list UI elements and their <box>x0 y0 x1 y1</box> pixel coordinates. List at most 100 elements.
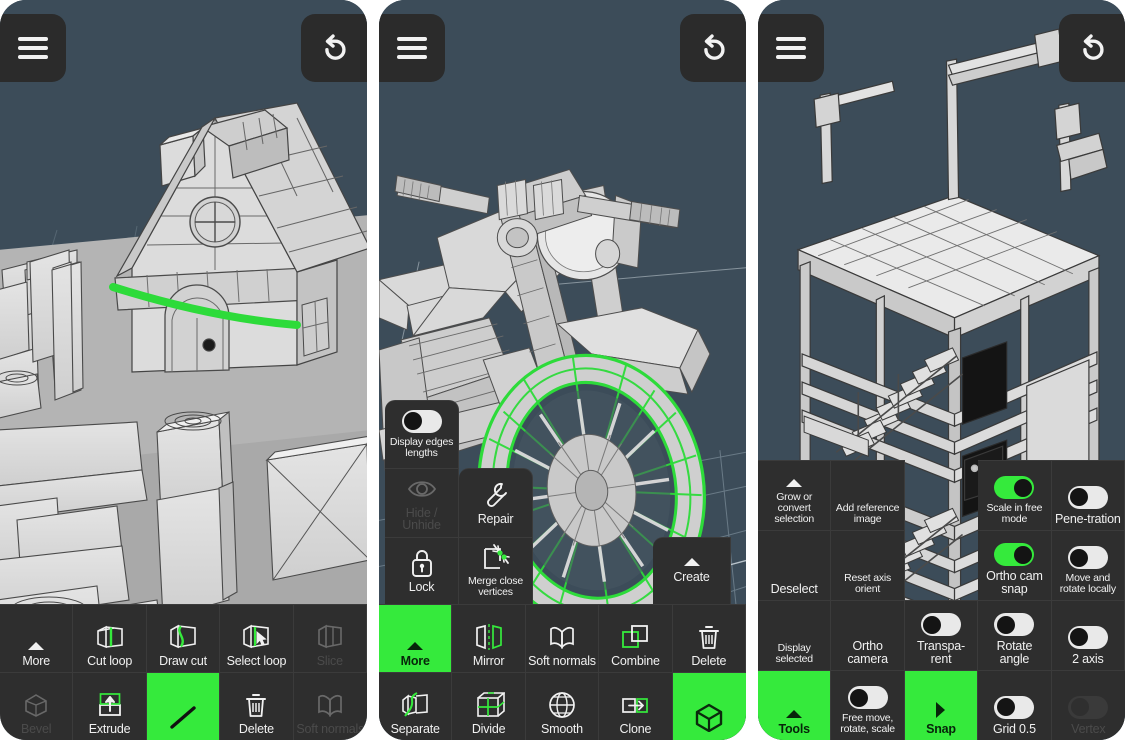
free-move-rotate-scale-toggle[interactable] <box>847 686 888 709</box>
divide-icon <box>473 690 505 720</box>
lock[interactable]: Lock <box>385 537 459 604</box>
cut-loop-label: Cut loop <box>87 653 133 668</box>
delete[interactable]: Delete <box>672 604 746 672</box>
merge-vertices-icon <box>480 543 512 573</box>
add-reference-image[interactable]: Add reference image <box>831 460 905 530</box>
penetration[interactable]: Pene-​tration <box>1051 460 1125 530</box>
divide[interactable]: Divide <box>452 672 526 740</box>
vertex-toggle[interactable] <box>1068 695 1109 719</box>
transparent[interactable]: Transpa-​rent <box>904 600 979 670</box>
display-edges-lengths-toggle[interactable] <box>401 409 442 433</box>
grid-value-toggle[interactable] <box>994 695 1035 719</box>
slice-label: Slice <box>316 653 343 668</box>
move-and-rotate-locally-toggle[interactable] <box>1067 546 1108 569</box>
draw-cut-label: Draw cut <box>159 653 207 668</box>
scale-in-free-mode[interactable]: Scale in free mode <box>978 460 1052 530</box>
transparent-toggle[interactable] <box>920 613 961 636</box>
ortho-camera-label: Ortho camera <box>847 639 888 666</box>
object-mode[interactable] <box>672 672 746 740</box>
penetration-label: Pene-​tration <box>1054 511 1121 526</box>
menu-button[interactable] <box>0 14 66 82</box>
chevron-up-icon <box>786 479 803 487</box>
panel-motorcycle: Display edges lengths Hide / Unhide Repair… <box>379 0 746 740</box>
reset-axis-orient-label: Reset axis orient <box>844 572 892 595</box>
chevron-right-icon <box>936 701 946 718</box>
ortho-camera[interactable]: Ortho camera <box>831 600 905 670</box>
rotate-angle[interactable]: Rotate angle <box>978 600 1052 670</box>
ortho-cam-snap[interactable]: Ortho cam snap <box>978 530 1052 600</box>
separate[interactable]: Separate <box>379 672 453 740</box>
reset-axis-orient[interactable]: Reset axis orient <box>831 530 905 600</box>
scale-in-free-mode-toggle[interactable] <box>994 476 1035 499</box>
deselect[interactable]: Deselect <box>758 530 832 600</box>
repair[interactable]: Repair <box>459 468 533 537</box>
move-and-rotate-locally[interactable]: Move and rotate locally <box>1051 530 1125 600</box>
separate-label: Separate <box>390 721 440 736</box>
deselect-label: Deselect <box>770 581 818 596</box>
merge-close-vertices[interactable]: Merge close vertices <box>459 537 533 604</box>
grid-value[interactable]: Grid 0.5 <box>978 670 1052 740</box>
grow-or-convert-selection-label: Grow or convert selection <box>774 491 815 525</box>
draw-cut[interactable]: Draw cut <box>146 604 221 672</box>
clone[interactable]: Clone <box>599 672 673 740</box>
draw-cut-icon <box>167 622 199 652</box>
ortho-cam-snap-toggle[interactable] <box>994 543 1035 566</box>
two-axis[interactable]: 2 axis <box>1051 600 1125 670</box>
create[interactable]: Create <box>653 537 731 604</box>
undo-button[interactable] <box>680 14 746 82</box>
divide-label: Divide <box>471 721 506 736</box>
tools[interactable]: Tools <box>758 670 832 740</box>
toolbar-house: More Cut loop Draw cut Select loop Slice Beve… <box>0 604 367 740</box>
snap[interactable]: Snap <box>904 670 979 740</box>
undo-button[interactable] <box>301 14 367 82</box>
cut-loop[interactable]: Cut loop <box>73 604 147 672</box>
hide-unhide[interactable]: Hide / Unhide <box>385 468 459 537</box>
screenshot-stage: More Cut loop Draw cut Select loop Slice Beve… <box>0 0 1125 740</box>
panel-house: More Cut loop Draw cut Select loop Slice Beve… <box>0 0 367 740</box>
smooth[interactable]: Smooth <box>525 672 600 740</box>
more[interactable]: More <box>379 604 453 672</box>
vertex[interactable]: Vertex <box>1051 670 1125 740</box>
grid-value-label: Grid 0.5 <box>992 721 1036 736</box>
select-loop[interactable]: Select loop <box>220 604 294 672</box>
merge-close-vertices-label: Merge close vertices <box>468 575 523 598</box>
toolbar-motorcycle: More Mirror Soft normals Combine Delete Separ… <box>379 604 746 740</box>
display-edges-lengths[interactable]: Display edges lengths <box>385 400 459 468</box>
soft-normals-label: Soft normals <box>296 721 365 736</box>
rotate-angle-toggle[interactable] <box>994 613 1035 636</box>
mirror[interactable]: Mirror <box>452 604 526 672</box>
two-axis-toggle[interactable] <box>1067 625 1108 649</box>
soft-normals[interactable]: Soft normals <box>525 604 600 672</box>
mirror-icon <box>473 622 505 652</box>
penetration-toggle[interactable] <box>1067 485 1108 509</box>
undo-arrow-icon <box>325 34 346 60</box>
soft-normals[interactable]: Soft normals <box>293 672 367 740</box>
extrude-icon <box>94 690 126 720</box>
delete-label: Delete <box>238 721 274 736</box>
extrude[interactable]: Extrude <box>73 672 147 740</box>
more[interactable]: More <box>0 604 74 672</box>
bevel-icon <box>20 690 52 720</box>
menu-button[interactable] <box>379 14 445 82</box>
select-loop-icon <box>240 622 272 652</box>
hamburger-menu-icon <box>397 37 427 59</box>
menu-button[interactable] <box>758 14 824 82</box>
display-selected[interactable]: Display selected <box>758 600 832 670</box>
display-selected-label: Display selected <box>775 642 813 665</box>
free-move-rotate-scale[interactable]: Free move, rotate, scale <box>831 670 905 740</box>
grow-or-convert-selection[interactable]: Grow or convert selection <box>758 460 832 530</box>
rotate-angle-label: Rotate angle <box>996 639 1033 666</box>
soft-normals-label: Soft normals <box>528 653 596 668</box>
smooth-sphere-icon <box>546 690 578 720</box>
bevel[interactable]: Bevel <box>0 672 74 740</box>
edge-mode[interactable] <box>146 672 221 740</box>
delete[interactable]: Delete <box>220 672 294 740</box>
undo-button[interactable] <box>1059 14 1125 82</box>
repair-label: Repair <box>477 511 514 526</box>
hide-unhide-label: Hide / Unhide <box>402 505 441 532</box>
soft-normals-icon <box>314 690 346 720</box>
slice[interactable]: Slice <box>293 604 367 672</box>
ortho-cam-snap-label: Ortho cam snap <box>986 569 1043 596</box>
combine[interactable]: Combine <box>599 604 673 672</box>
